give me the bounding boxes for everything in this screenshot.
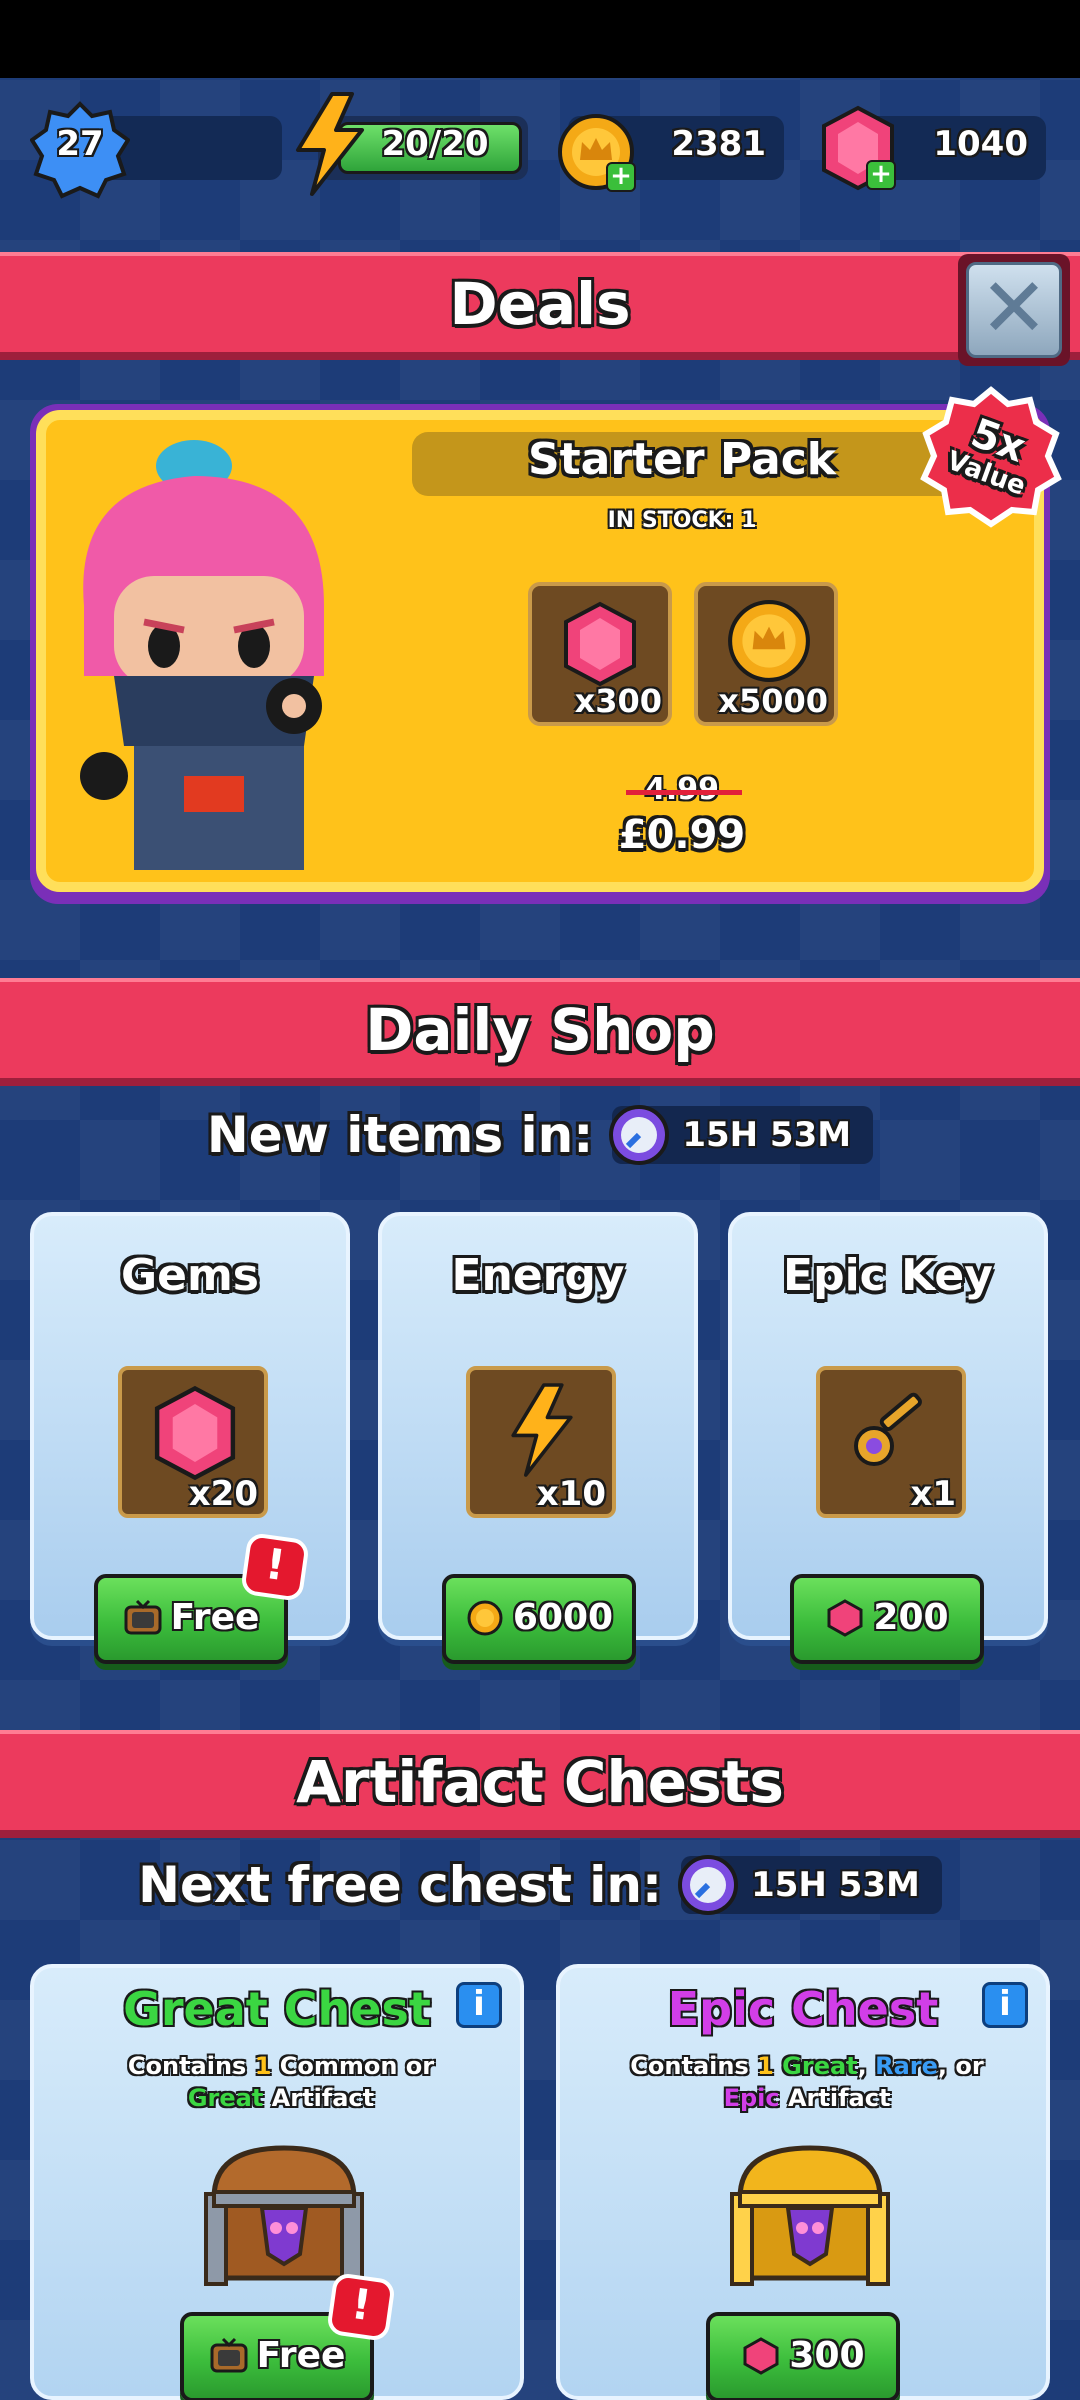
epic-chest-image [730, 2145, 890, 2286]
great-chest-description: Contains 1 Common or Great Artifact [64, 2050, 498, 2114]
price-strikethrough [626, 790, 742, 795]
desc-text: Common or [271, 2052, 435, 2080]
chest-timer: 15H 53M [678, 1855, 942, 1915]
desc-number: 1 [254, 2052, 272, 2080]
deals-title: Deals [449, 270, 631, 338]
desc-text: Artifact [779, 2084, 891, 2112]
shop-item-qty: x1 [910, 1474, 956, 1514]
close-icon: ✕ [966, 262, 1062, 358]
artifact-chests-title: Artifact Chests [296, 1748, 784, 1816]
shop-item-qty: x10 [536, 1474, 606, 1514]
desc-text: Artifact [263, 2084, 375, 2112]
new-items-label: New items in: [206, 1106, 594, 1164]
coin-icon [728, 600, 810, 682]
shop-item-tile: x20 [118, 1366, 268, 1518]
level-value: 27 [56, 124, 104, 164]
desc-text: , or [937, 2052, 984, 2080]
daily-shop-timer: 15H 53M [609, 1105, 874, 1165]
chest-timer-value: 15H 53M [751, 1865, 920, 1905]
daily-shop-title: Daily Shop [365, 996, 715, 1064]
gem-icon [154, 1385, 236, 1481]
energy-bolt-icon [296, 92, 364, 196]
add-coins-button[interactable]: + [606, 162, 636, 192]
desc-rare: Rare [875, 2052, 938, 2080]
shop-item-tile: x10 [466, 1366, 616, 1518]
epic-chest-description: Contains 1 Great, Rare, or Epic Artifact [590, 2050, 1024, 2114]
buy-epic-chest-button-label: 300 [789, 2335, 865, 2376]
shop-item-tile: x1 [816, 1366, 966, 1518]
buy-energy-button[interactable]: 6000 [442, 1574, 636, 1664]
gem-value: 1040 [933, 124, 1028, 164]
energy-value: 20/20 [381, 124, 489, 164]
desc-text: Contains [630, 2052, 758, 2080]
pack-item-qty: x5000 [718, 682, 828, 720]
shop-card-title: Gems [121, 1250, 259, 1301]
stopwatch-icon [678, 1855, 739, 1915]
gem-icon [743, 2337, 779, 2375]
shop-card-title: Energy [451, 1250, 625, 1301]
pack-item-coins: x5000 [694, 582, 838, 726]
daily-shop-header: Daily Shop [0, 978, 1080, 1086]
desc-great: Great [187, 2084, 264, 2112]
chest-timer-row: Next free chest in: 15H 53M [0, 1855, 1080, 1915]
pack-stock: IN STOCK: 1 [607, 508, 757, 533]
shop-card-title: Epic Key [783, 1250, 993, 1301]
tv-ad-icon [210, 2337, 248, 2373]
buy-epic-chest-button[interactable]: 300 [706, 2312, 900, 2400]
deals-header: Deals [0, 252, 1080, 360]
desc-great: Great [782, 2052, 858, 2080]
great-chest-image [204, 2145, 364, 2286]
desc-text: Contains [127, 2052, 255, 2080]
pack-item-qty: x300 [574, 682, 662, 720]
gem-icon [827, 1599, 863, 1637]
epic-chest-info-button[interactable]: i [982, 1982, 1028, 2028]
key-icon [854, 1392, 922, 1466]
great-chest-title: Great Chest [123, 1982, 431, 2036]
buy-epic-key-button[interactable]: 200 [790, 1574, 984, 1664]
coin-icon [467, 1600, 503, 1636]
ninja-character-image [80, 440, 324, 870]
next-free-chest-label: Next free chest in: [138, 1856, 663, 1914]
gem-icon [564, 601, 636, 687]
desc-text: , [857, 2052, 876, 2080]
great-chest-info-button[interactable]: i [456, 1982, 502, 2028]
notification-alert-icon: ! [239, 1531, 311, 1603]
buy-epic-key-button-label: 200 [873, 1597, 949, 1638]
stopwatch-icon [609, 1105, 670, 1165]
epic-chest-title: Epic Chest [667, 1982, 939, 2036]
add-gems-button[interactable]: + [866, 160, 896, 190]
pack-item-gems: x300 [528, 582, 672, 726]
free-great-chest-button-label: Free [256, 2335, 346, 2376]
coin-value: 2381 [671, 124, 766, 164]
pack-price[interactable]: £0.99 [582, 812, 782, 858]
system-status-bar [0, 0, 1080, 78]
close-button[interactable]: ✕ [958, 254, 1070, 366]
shop-item-qty: x20 [188, 1474, 258, 1514]
energy-bolt-icon [511, 1383, 573, 1477]
free-gems-button-label: Free [170, 1597, 260, 1638]
pack-title: Starter Pack [527, 434, 837, 485]
daily-shop-timer-value: 15H 53M [682, 1115, 852, 1155]
daily-shop-timer-row: New items in: 15H 53M [0, 1105, 1080, 1165]
desc-epic: Epic [723, 2084, 780, 2112]
tv-ad-icon [124, 1599, 162, 1635]
artifact-chests-header: Artifact Chests [0, 1730, 1080, 1838]
buy-energy-button-label: 6000 [512, 1597, 614, 1638]
desc-number: 1 [757, 2052, 774, 2080]
notification-alert-icon: ! [325, 2271, 397, 2343]
